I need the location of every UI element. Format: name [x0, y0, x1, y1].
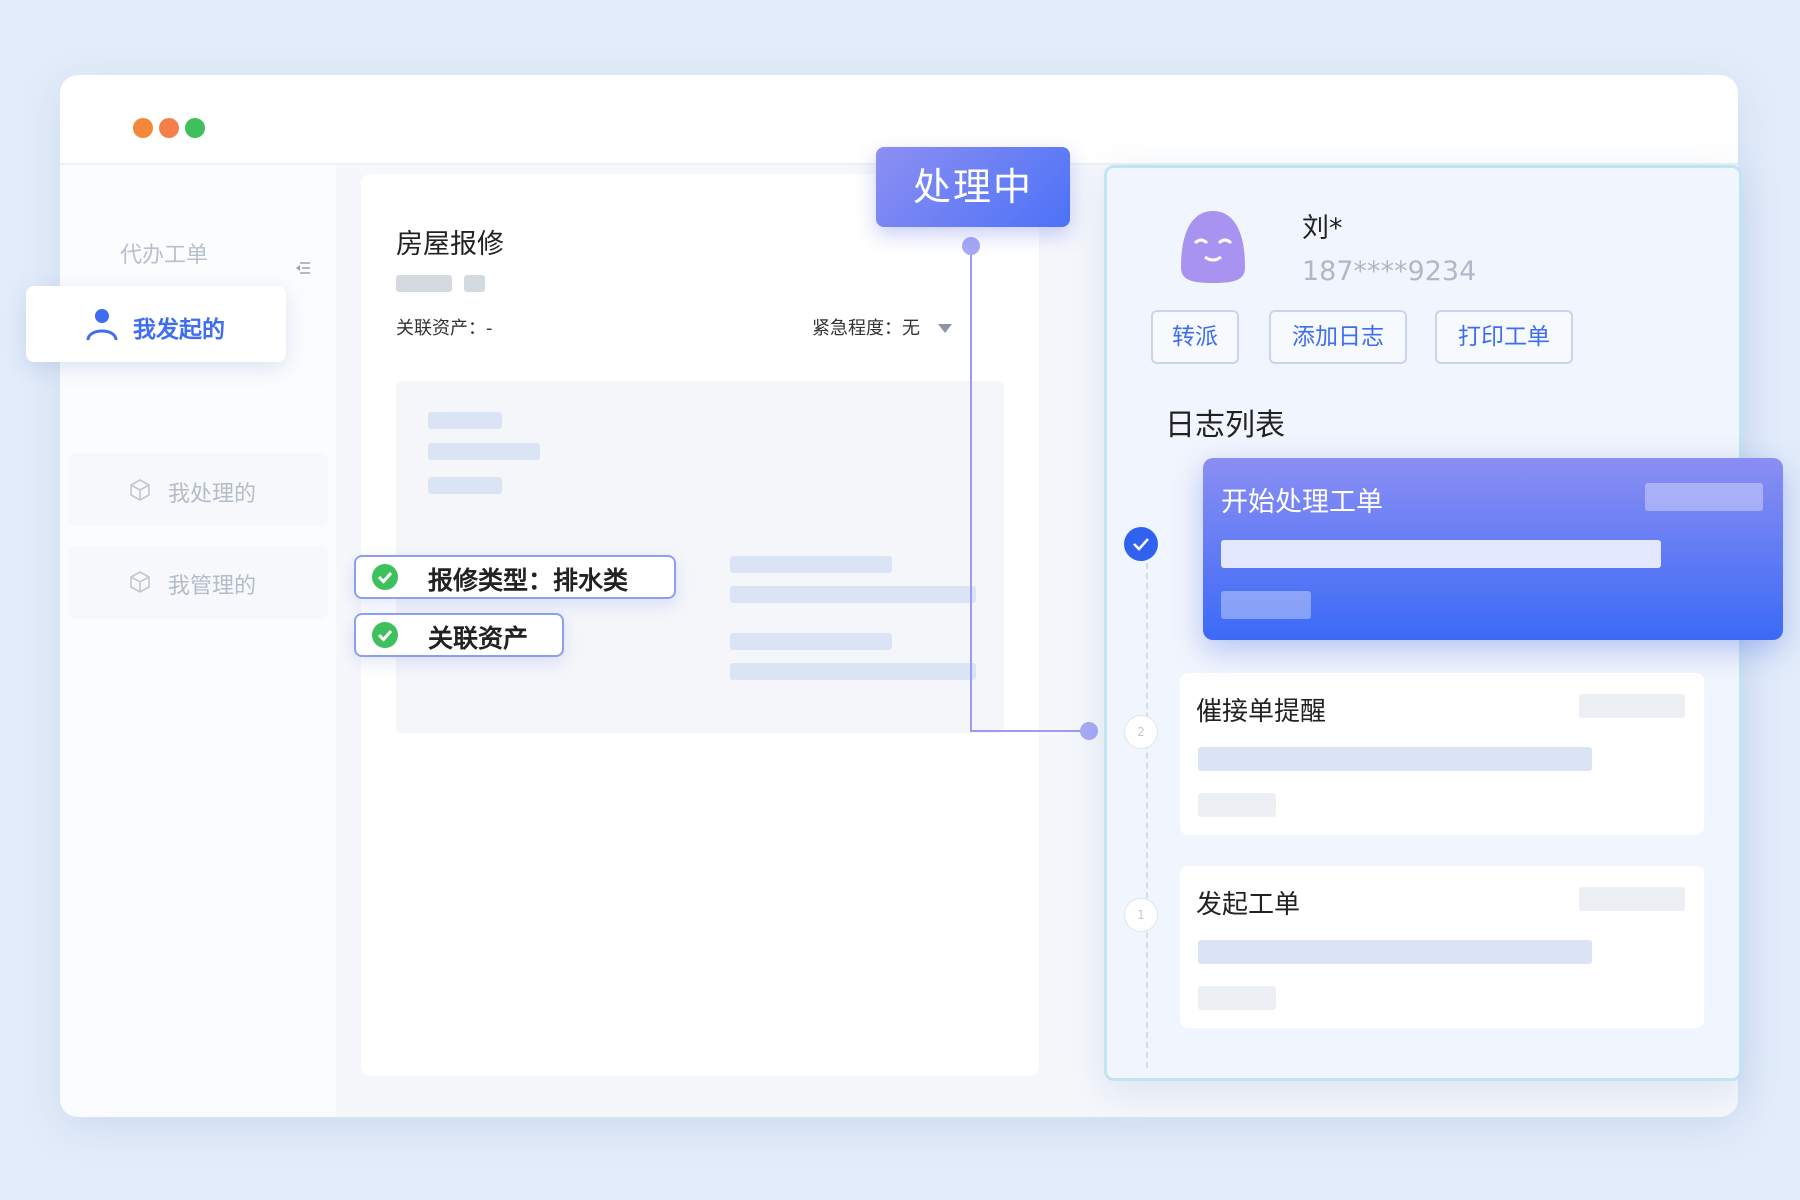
placeholder-bar — [1645, 483, 1763, 511]
close-window-dot[interactable] — [133, 118, 153, 138]
check-step-icon — [1124, 527, 1158, 561]
sidebar-item-initiated[interactable]: 我发起的 — [26, 286, 286, 362]
timeline-step: 2 — [1124, 715, 1158, 749]
collapse-sidebar-icon[interactable] — [296, 261, 310, 275]
add-log-button[interactable]: 添加日志 — [1269, 310, 1407, 364]
sidebar-item-label: 我处理的 — [168, 482, 257, 507]
timeline-line — [1146, 543, 1148, 1068]
urgency-select[interactable]: 紧急程度：无 — [812, 314, 952, 340]
check-circle-icon — [372, 622, 398, 648]
check-chip-related-asset: 关联资产 — [354, 613, 564, 657]
placeholder-bar — [428, 412, 502, 429]
log-item-label: 发起工单 — [1196, 890, 1301, 920]
log-item[interactable]: 催接单提醒 — [1180, 673, 1704, 835]
sidebar-item-label: 我发起的 — [133, 317, 225, 343]
placeholder-bar — [1198, 747, 1592, 771]
connector-node — [962, 237, 980, 255]
sidebar-section-label: 代办工单 — [120, 243, 209, 268]
minimize-window-dot[interactable] — [159, 118, 179, 138]
check-label: 报修类型：排水类 — [428, 566, 629, 595]
placeholder-bar — [428, 477, 502, 494]
placeholder-bar — [1221, 540, 1661, 568]
check-circle-icon — [372, 564, 398, 590]
cube-icon — [130, 479, 150, 501]
log-item-active[interactable]: 开始处理工单 — [1203, 458, 1783, 640]
placeholder-bar — [428, 443, 540, 460]
cube-icon — [130, 571, 150, 593]
placeholder-bar — [730, 586, 976, 603]
check-chip-repair-type: 报修类型：排水类 — [354, 555, 676, 599]
check-label: 关联资产 — [428, 624, 529, 653]
connector-line — [970, 730, 1088, 732]
placeholder-bar — [1221, 591, 1311, 619]
sidebar-item-managed[interactable]: 我管理的 — [68, 545, 328, 619]
log-item-label: 催接单提醒 — [1196, 697, 1327, 727]
ticket-title: 房屋报修 — [396, 229, 504, 260]
transfer-button[interactable]: 转派 — [1151, 310, 1239, 364]
placeholder-bar — [730, 556, 892, 573]
user-name: 刘* — [1302, 213, 1343, 244]
placeholder-bar — [730, 633, 892, 650]
placeholder-bar — [1198, 940, 1592, 964]
status-badge: 处理中 — [876, 147, 1070, 227]
log-item[interactable]: 发起工单 — [1180, 866, 1704, 1028]
placeholder-bar — [1579, 694, 1685, 718]
connector-node — [1080, 722, 1098, 740]
print-ticket-button[interactable]: 打印工单 — [1435, 310, 1573, 364]
user-phone: 187****9234 — [1302, 256, 1477, 287]
placeholder-bar — [1198, 986, 1276, 1010]
maximize-window-dot[interactable] — [185, 118, 205, 138]
sidebar-item-label: 我管理的 — [168, 574, 257, 599]
timeline-step: 1 — [1124, 898, 1158, 932]
placeholder-bar — [1579, 887, 1685, 911]
placeholder-bar — [730, 663, 976, 680]
log-list-title: 日志列表 — [1165, 408, 1285, 443]
chevron-down-icon — [937, 324, 952, 333]
urgency-value: 紧急程度：无 — [812, 318, 920, 339]
avatar — [1181, 211, 1245, 283]
user-icon — [86, 309, 118, 341]
connector-line — [970, 246, 972, 732]
placeholder-bar — [396, 275, 452, 292]
sidebar-item-handled[interactable]: 我处理的 — [68, 453, 328, 527]
log-item-label: 开始处理工单 — [1221, 487, 1383, 518]
placeholder-bar — [464, 275, 485, 292]
placeholder-bar — [1198, 793, 1276, 817]
related-asset-field: 关联资产：- — [396, 318, 493, 339]
